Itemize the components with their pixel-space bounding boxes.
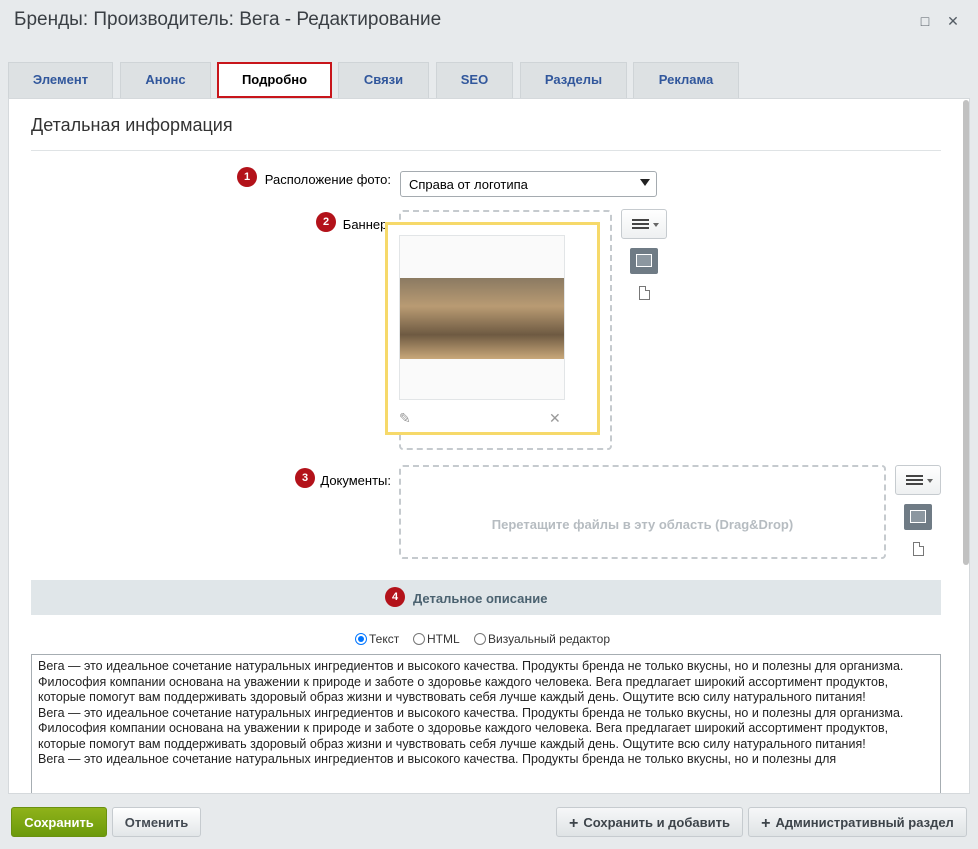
description-title: Детальное описание <box>413 591 548 606</box>
photo-position-select[interactable]: Справа от логотипа <box>400 171 657 197</box>
image-upload-icon[interactable] <box>904 504 932 530</box>
banner-thumbnail <box>399 235 565 400</box>
dropzone-hint: Перетащите файлы в эту область (Drag&Dro… <box>491 517 794 532</box>
plus-icon: + <box>761 815 771 832</box>
save-and-add-button[interactable]: + Сохранить и добавить <box>556 807 743 837</box>
mode-visual-radio[interactable]: Визуальный редактор <box>474 632 610 646</box>
photo-position-label: Расположение фото: <box>264 172 391 187</box>
tab-links[interactable]: Связи <box>338 62 429 98</box>
maximize-icon[interactable]: □ <box>918 14 932 28</box>
scrollbar-thumb[interactable] <box>963 100 969 565</box>
documents-label: Документы: <box>320 473 391 488</box>
banner-menu-button[interactable] <box>621 209 667 239</box>
caret-down-icon <box>653 223 659 227</box>
window-title: Бренды: Производитель: Вега - Редактиров… <box>14 9 442 30</box>
tab-ads[interactable]: Реклама <box>633 62 739 98</box>
image-upload-icon[interactable] <box>630 248 658 274</box>
caret-down-icon <box>927 479 933 483</box>
close-icon[interactable]: ✕ <box>946 14 960 28</box>
admin-section-button[interactable]: + Административный раздел <box>748 807 967 837</box>
field-badge-4: 4 <box>385 587 405 607</box>
tab-seo[interactable]: SEO <box>436 62 513 98</box>
documents-dropzone[interactable]: Перетащите файлы в эту область (Drag&Dro… <box>399 465 886 559</box>
tab-sections[interactable]: Разделы <box>520 62 627 98</box>
remove-icon[interactable]: ✕ <box>549 410 561 427</box>
save-button[interactable]: Сохранить <box>11 807 107 837</box>
file-icon[interactable] <box>639 286 650 300</box>
tab-content-details: Детальная информация 1 Расположение фото… <box>8 98 970 794</box>
divider <box>31 150 941 151</box>
description-header: 4 Детальное описание <box>31 580 941 615</box>
cancel-button[interactable]: Отменить <box>112 807 201 837</box>
banner-label: Баннер: <box>342 217 391 232</box>
documents-menu-button[interactable] <box>895 465 941 495</box>
menu-icon <box>632 219 649 221</box>
tab-announce[interactable]: Анонс <box>120 62 211 98</box>
photo-position-value: Справа от логотипа <box>409 177 528 192</box>
pencil-icon[interactable]: ✎ <box>399 410 411 427</box>
plus-icon: + <box>569 815 579 832</box>
tab-element[interactable]: Элемент <box>8 62 113 98</box>
file-icon[interactable] <box>913 542 924 556</box>
window-titlebar: Бренды: Производитель: Вега - Редактиров… <box>0 0 978 44</box>
banner-photo <box>400 278 564 359</box>
mode-text-radio[interactable]: Текст <box>355 632 399 646</box>
tab-details[interactable]: Подробно <box>217 62 332 98</box>
mode-html-radio[interactable]: HTML <box>413 632 460 646</box>
footer-bar: Сохранить Отменить + Сохранить и добавить… <box>0 794 978 849</box>
menu-icon <box>906 475 923 477</box>
banner-preview-card[interactable]: ✎ ✕ <box>385 222 600 435</box>
section-title: Детальная информация <box>31 115 233 135</box>
chevron-down-icon <box>640 179 650 186</box>
description-textarea[interactable]: Вега — это идеальное сочетание натуральн… <box>31 654 941 793</box>
